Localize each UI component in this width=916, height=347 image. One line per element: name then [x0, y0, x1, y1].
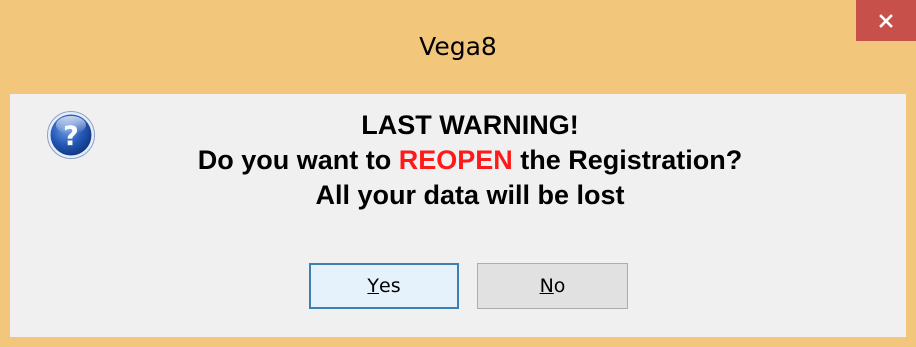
message-line-3: All your data will be lost	[315, 180, 625, 210]
close-button[interactable]	[856, 0, 916, 41]
svg-text:?: ?	[63, 121, 79, 152]
message-line-1: LAST WARNING!	[361, 110, 579, 140]
dialog-body: ? LAST WARNING! Do you want to REOPEN th…	[10, 94, 906, 337]
close-icon	[879, 13, 893, 28]
message-line-2-start: Do you want to	[197, 145, 399, 175]
no-button[interactable]: No	[477, 263, 628, 309]
window-title: Vega8	[419, 32, 497, 61]
dialog-window: Vega8 ? LAST WARNING! Do you want to REO…	[0, 0, 916, 347]
no-accelerator: N	[539, 275, 554, 297]
yes-button[interactable]: Yes	[309, 263, 459, 309]
yes-accelerator: Y	[367, 275, 379, 297]
title-bar[interactable]: Vega8	[0, 0, 916, 94]
no-label-rest: o	[553, 275, 566, 297]
warning-message: LAST WARNING! Do you want to REOPEN the …	[130, 108, 810, 213]
message-line-2: Do you want to REOPEN the Registration?	[130, 143, 810, 178]
yes-label-rest: es	[379, 275, 401, 297]
message-line-2-end: the Registration?	[512, 145, 743, 175]
message-highlight: REOPEN	[398, 145, 513, 175]
question-icon: ?	[47, 111, 95, 159]
